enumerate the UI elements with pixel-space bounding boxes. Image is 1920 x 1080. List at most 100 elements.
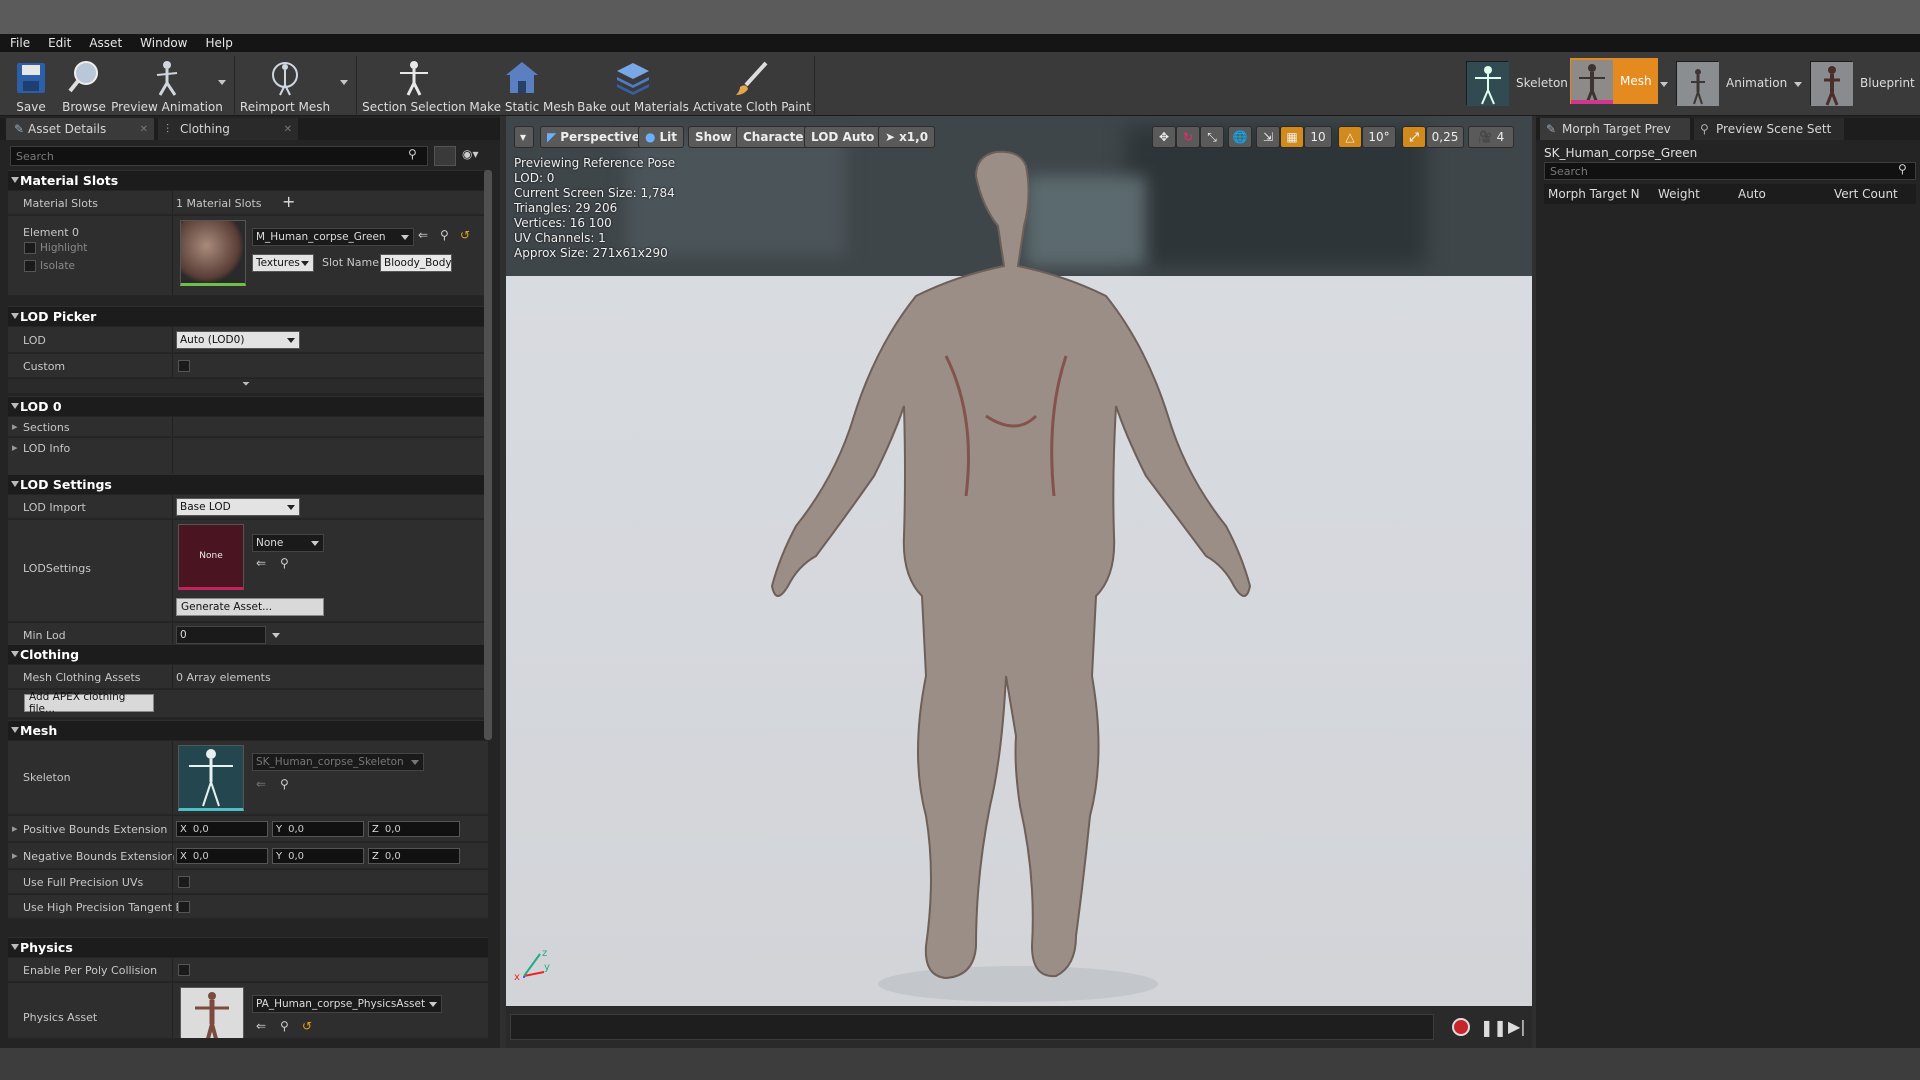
sections-row[interactable]: ▸ Sections xyxy=(8,417,488,437)
tab-clothing[interactable]: ⫶ Clothing ✕ xyxy=(158,118,298,140)
lod-info-row[interactable]: ▸ LOD Info xyxy=(8,438,488,478)
details-search-input[interactable]: Search xyxy=(10,146,428,166)
menu-window[interactable]: Window xyxy=(140,36,187,50)
lod-picker-category[interactable]: LOD Picker xyxy=(8,306,488,326)
menu-file[interactable]: File xyxy=(10,36,30,50)
menu-help[interactable]: Help xyxy=(205,36,232,50)
step-forward-icon[interactable]: ▶| xyxy=(1508,1017,1526,1036)
lod-combo[interactable]: Auto (LOD0) xyxy=(176,331,300,349)
pause-icon[interactable]: ❚❚ xyxy=(1480,1018,1507,1037)
grid-snap-icon[interactable]: ▦ xyxy=(1280,126,1304,148)
translate-icon[interactable]: ✥ xyxy=(1152,126,1176,148)
playback-speed-button[interactable]: ➤ x1,0 xyxy=(878,126,936,148)
lodsettings-combo[interactable]: None xyxy=(252,534,324,552)
browse-search-icon[interactable]: ⚲ xyxy=(280,777,289,791)
expand-arrow-icon[interactable]: ▸ xyxy=(12,849,18,862)
property-matrix-icon[interactable] xyxy=(434,146,456,166)
close-tab-icon[interactable]: ✕ xyxy=(284,124,292,135)
mode-animation-button[interactable]: Animation xyxy=(1676,58,1787,108)
min-lod-field[interactable]: 0 xyxy=(176,626,266,644)
timeline-scrubber[interactable] xyxy=(510,1014,1434,1040)
perspective-button[interactable]: ◤ Perspective xyxy=(540,126,647,148)
menu-edit[interactable]: Edit xyxy=(48,36,71,50)
activate-cloth-paint-button[interactable]: Activate Cloth Paint xyxy=(692,56,812,114)
use-selected-arrow-icon[interactable]: ⇐ xyxy=(256,556,266,570)
scale-snap-value[interactable]: 0,25 xyxy=(1426,126,1464,148)
clothing-category[interactable]: Clothing xyxy=(8,644,488,664)
preview-animation-dropdown-icon[interactable] xyxy=(218,80,226,85)
tab-asset-details[interactable]: ✎ Asset Details ✕ xyxy=(6,118,154,140)
slot-name-field[interactable]: Bloody_Body xyxy=(380,254,452,272)
visibility-eye-icon[interactable]: ◉▾ xyxy=(462,147,479,161)
bake-out-materials-button[interactable]: Bake out Materials xyxy=(577,56,689,114)
preview-viewport[interactable]: ▾ ◤ Perspective ● Lit Show Character LOD A… xyxy=(506,116,1532,1006)
isolate-checkbox[interactable] xyxy=(24,260,36,272)
reimport-dropdown-icon[interactable] xyxy=(340,80,348,85)
rotation-snap-value[interactable]: 10° xyxy=(1362,126,1396,148)
lod-import-combo[interactable]: Base LOD xyxy=(176,498,300,516)
preview-animation-button[interactable]: Preview Animation xyxy=(111,56,223,114)
add-material-slot-icon[interactable]: + xyxy=(282,192,295,211)
custom-checkbox[interactable] xyxy=(178,360,190,372)
surface-snap-icon[interactable]: ⇲ xyxy=(1256,126,1280,148)
material-slots-category[interactable]: Material Slots xyxy=(8,170,488,190)
generate-asset-button[interactable]: Generate Asset... xyxy=(176,598,324,616)
expand-arrow-icon[interactable]: ▸ xyxy=(12,822,18,835)
mesh-category[interactable]: Mesh xyxy=(8,720,488,740)
negative-bounds-z-field[interactable]: Z 0,0 xyxy=(368,848,460,864)
lod-settings-category[interactable]: LOD Settings xyxy=(8,474,488,494)
rotate-icon[interactable]: ↻ xyxy=(1176,126,1200,148)
rotation-snap-icon[interactable]: △ xyxy=(1338,126,1362,148)
morph-search-input[interactable]: Search xyxy=(1544,162,1916,180)
viewport-options-dropdown[interactable]: ▾ xyxy=(514,126,534,148)
tab-morph-target-preview[interactable]: ✎ Morph Target Prev xyxy=(1540,118,1690,140)
make-static-mesh-button[interactable]: Make Static Mesh xyxy=(469,56,575,114)
tab-preview-scene-settings[interactable]: ⚲ Preview Scene Sett xyxy=(1694,118,1844,140)
positive-bounds-y-field[interactable]: Y 0,0 xyxy=(272,821,364,837)
expand-arrow-icon[interactable]: ▸ xyxy=(12,420,18,433)
textures-combo[interactable]: Textures xyxy=(252,254,314,272)
camera-speed-button[interactable]: 🎥 4 xyxy=(1468,126,1514,148)
reimport-mesh-button[interactable]: Reimport Mesh xyxy=(240,56,330,114)
full-precision-uvs-checkbox[interactable] xyxy=(178,876,190,888)
details-scrollbar[interactable] xyxy=(484,170,492,740)
skeleton-thumbnail[interactable] xyxy=(178,745,244,811)
record-button[interactable] xyxy=(1452,1018,1470,1036)
lodsettings-thumbnail[interactable]: None xyxy=(178,524,244,590)
expand-arrow-icon[interactable]: ▸ xyxy=(12,441,18,454)
reset-yellow-icon[interactable]: ↺ xyxy=(460,228,470,242)
add-apex-clothing-button[interactable]: Add APEX clothing file... xyxy=(24,691,154,715)
expand-advanced-row[interactable]: ⏷ xyxy=(8,379,488,393)
negative-bounds-x-field[interactable]: X 0,0 xyxy=(176,848,268,864)
mode-mesh-button[interactable]: Mesh xyxy=(1570,58,1658,104)
reset-yellow-icon[interactable]: ↺ xyxy=(302,1019,312,1033)
browse-search-icon[interactable]: ⚲ xyxy=(440,228,449,242)
column-morph-target-name[interactable]: Morph Target N xyxy=(1548,187,1640,201)
menu-asset[interactable]: Asset xyxy=(89,36,122,50)
section-selection-button[interactable]: Section Selection xyxy=(362,56,466,114)
material-thumbnail[interactable] xyxy=(180,220,246,286)
mode-blueprint-button[interactable]: Blueprint xyxy=(1810,58,1915,108)
browse-button[interactable]: Browse xyxy=(58,56,110,114)
physics-asset-combo[interactable]: PA_Human_corpse_PhysicsAsset xyxy=(252,995,442,1013)
use-selected-arrow-icon[interactable]: ⇐ xyxy=(256,1019,266,1033)
skeleton-combo[interactable]: SK_Human_corpse_Skeleton xyxy=(252,753,424,771)
scale-snap-icon[interactable]: ⤢ xyxy=(1402,126,1426,148)
positive-bounds-x-field[interactable]: X 0,0 xyxy=(176,821,268,837)
scale-icon[interactable]: ⤡ xyxy=(1200,126,1224,148)
lit-button[interactable]: ● Lit xyxy=(638,126,684,148)
high-precision-tangent-checkbox[interactable] xyxy=(178,901,190,913)
positive-bounds-z-field[interactable]: Z 0,0 xyxy=(368,821,460,837)
physics-asset-thumbnail[interactable] xyxy=(180,987,244,1038)
column-weight[interactable]: Weight xyxy=(1658,187,1700,201)
column-vert-count[interactable]: Vert Count xyxy=(1834,187,1898,201)
show-button[interactable]: Show xyxy=(688,126,739,148)
grid-size-button[interactable]: 10 xyxy=(1304,126,1332,148)
animation-mode-dropdown-icon[interactable] xyxy=(1794,82,1802,87)
browse-search-icon[interactable]: ⚲ xyxy=(280,1019,289,1033)
mode-skeleton-button[interactable]: Skeleton xyxy=(1466,58,1568,108)
expand-chevron-icon[interactable]: ⏷ xyxy=(242,379,250,390)
save-button[interactable]: Save xyxy=(8,56,54,114)
world-local-icon[interactable]: 🌐 xyxy=(1228,126,1252,148)
column-auto[interactable]: Auto xyxy=(1738,187,1766,201)
